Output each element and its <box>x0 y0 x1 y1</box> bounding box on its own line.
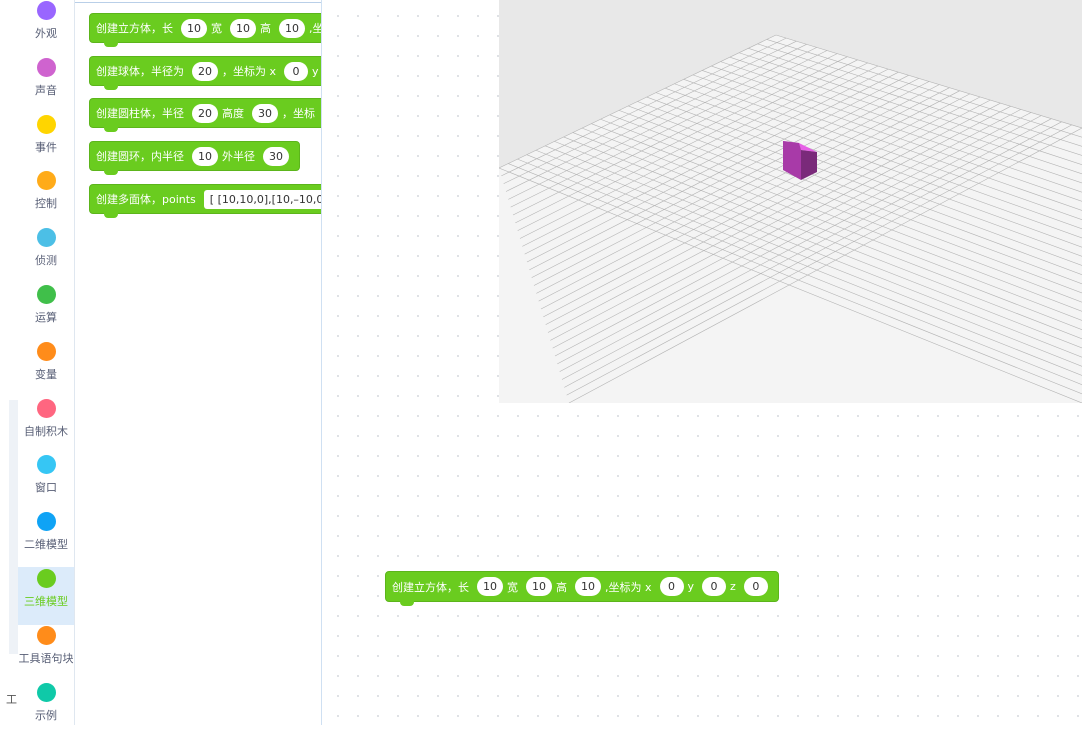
block-text: 外半径 <box>222 148 255 164</box>
left-edge-strip: 工 <box>0 0 18 725</box>
block-text: 高度 <box>222 105 244 121</box>
category-item[interactable]: 工具语句块 <box>18 624 74 682</box>
points-input[interactable]: [ [10,10,0],[10,–10,0], <box>204 190 322 209</box>
category-label: 示例 <box>18 707 74 723</box>
category-item[interactable]: 三维模型 <box>18 567 74 625</box>
create-sphere-block[interactable]: 创建球体，半径为 20 ，坐标为 x 0 y <box>89 56 322 86</box>
category-menu: 外观声音事件控制侦测运算变量自制积木窗口二维模型三维模型工具语句块示例 <box>18 0 75 725</box>
category-item[interactable]: 二维模型 <box>18 510 74 568</box>
block-palette: 创建立方体，长 10 宽 10 高 10 ,坐 创建球体，半径为 20 ，坐标为… <box>75 0 322 725</box>
category-label: 运算 <box>18 309 74 325</box>
block-text: 创建球体，半径为 <box>96 63 184 79</box>
category-label: 外观 <box>18 25 74 41</box>
block-text: 创建立方体，长 <box>392 579 469 595</box>
ground-plane <box>499 35 1082 403</box>
block-text: 高 <box>556 579 567 595</box>
category-item[interactable]: 控制 <box>18 169 74 227</box>
category-item[interactable]: 自制积木 <box>18 397 74 455</box>
category-dot-icon <box>37 171 56 190</box>
workspace-create-cube-block[interactable]: 创建立方体，长 10 宽 10 高 10 ,坐标为 x 0 y 0 z 0 <box>385 571 779 602</box>
block-text: ,坐标为 x <box>605 579 652 595</box>
create-cube-block[interactable]: 创建立方体，长 10 宽 10 高 10 ,坐 <box>89 13 322 43</box>
block-text: y <box>688 580 695 593</box>
category-item[interactable]: 运算 <box>18 283 74 341</box>
category-label: 工具语句块 <box>18 650 74 666</box>
length-input[interactable]: 10 <box>181 19 207 38</box>
block-text: 创建多面体，points <box>96 191 196 207</box>
block-text: 宽 <box>507 579 518 595</box>
category-dot-icon <box>37 512 56 531</box>
radius-input[interactable]: 20 <box>192 62 218 81</box>
height-input[interactable]: 30 <box>252 104 278 123</box>
category-dot-icon <box>37 115 56 134</box>
block-text: ,坐 <box>309 20 322 36</box>
category-label: 变量 <box>18 366 74 382</box>
category-dot-icon <box>37 569 56 588</box>
category-item[interactable]: 侦测 <box>18 226 74 284</box>
category-item[interactable]: 变量 <box>18 340 74 398</box>
left-edge-label: 工 <box>6 691 17 707</box>
height-input[interactable]: 10 <box>279 19 305 38</box>
category-dot-icon <box>37 285 56 304</box>
category-label: 声音 <box>18 82 74 98</box>
x-input[interactable]: 0 <box>660 577 684 596</box>
category-item[interactable]: 窗口 <box>18 453 74 511</box>
block-text: 创建圆环，内半径 <box>96 148 184 164</box>
category-dot-icon <box>37 626 56 645</box>
category-label: 侦测 <box>18 252 74 268</box>
inner-radius-input[interactable]: 10 <box>192 147 218 166</box>
length-input[interactable]: 10 <box>477 577 503 596</box>
category-dot-icon <box>37 455 56 474</box>
category-dot-icon <box>37 228 56 247</box>
category-dot-icon <box>37 1 56 20</box>
block-text: 宽 <box>211 20 222 36</box>
create-torus-block[interactable]: 创建圆环，内半径 10 外半径 30 <box>89 141 300 171</box>
category-label: 二维模型 <box>18 536 74 552</box>
category-dot-icon <box>37 342 56 361</box>
left-edge-shade <box>9 400 18 654</box>
palette-top-border <box>75 2 322 3</box>
block-text: y <box>312 65 319 78</box>
create-polyhedron-block[interactable]: 创建多面体，points [ [10,10,0],[10,–10,0], <box>89 184 322 214</box>
category-dot-icon <box>37 58 56 77</box>
category-dot-icon <box>37 399 56 418</box>
category-label: 窗口 <box>18 479 74 495</box>
width-input[interactable]: 10 <box>230 19 256 38</box>
3d-stage[interactable] <box>499 0 1082 403</box>
category-item[interactable]: 事件 <box>18 113 74 171</box>
height-input[interactable]: 10 <box>575 577 601 596</box>
z-input[interactable]: 0 <box>744 577 768 596</box>
3d-scene <box>499 0 1082 403</box>
category-label: 控制 <box>18 195 74 211</box>
block-text: z <box>730 580 736 593</box>
category-item[interactable]: 声音 <box>18 56 74 114</box>
category-label: 自制积木 <box>18 423 74 439</box>
block-text: 高 <box>260 20 271 36</box>
block-text: 创建圆柱体，半径 <box>96 105 184 121</box>
category-item[interactable]: 示例 <box>18 681 74 739</box>
category-dot-icon <box>37 683 56 702</box>
block-text: ，坐标 <box>282 105 315 121</box>
y-input[interactable]: 0 <box>702 577 726 596</box>
block-text: 创建立方体，长 <box>96 20 173 36</box>
category-item[interactable]: 外观 <box>18 0 74 57</box>
x-input[interactable]: 0 <box>284 62 308 81</box>
outer-radius-input[interactable]: 30 <box>263 147 289 166</box>
width-input[interactable]: 10 <box>526 577 552 596</box>
create-cylinder-block[interactable]: 创建圆柱体，半径 20 高度 30 ，坐标 <box>89 98 322 128</box>
category-label: 三维模型 <box>18 593 74 609</box>
radius-input[interactable]: 20 <box>192 104 218 123</box>
block-text: ，坐标为 x <box>222 63 276 79</box>
category-label: 事件 <box>18 139 74 155</box>
